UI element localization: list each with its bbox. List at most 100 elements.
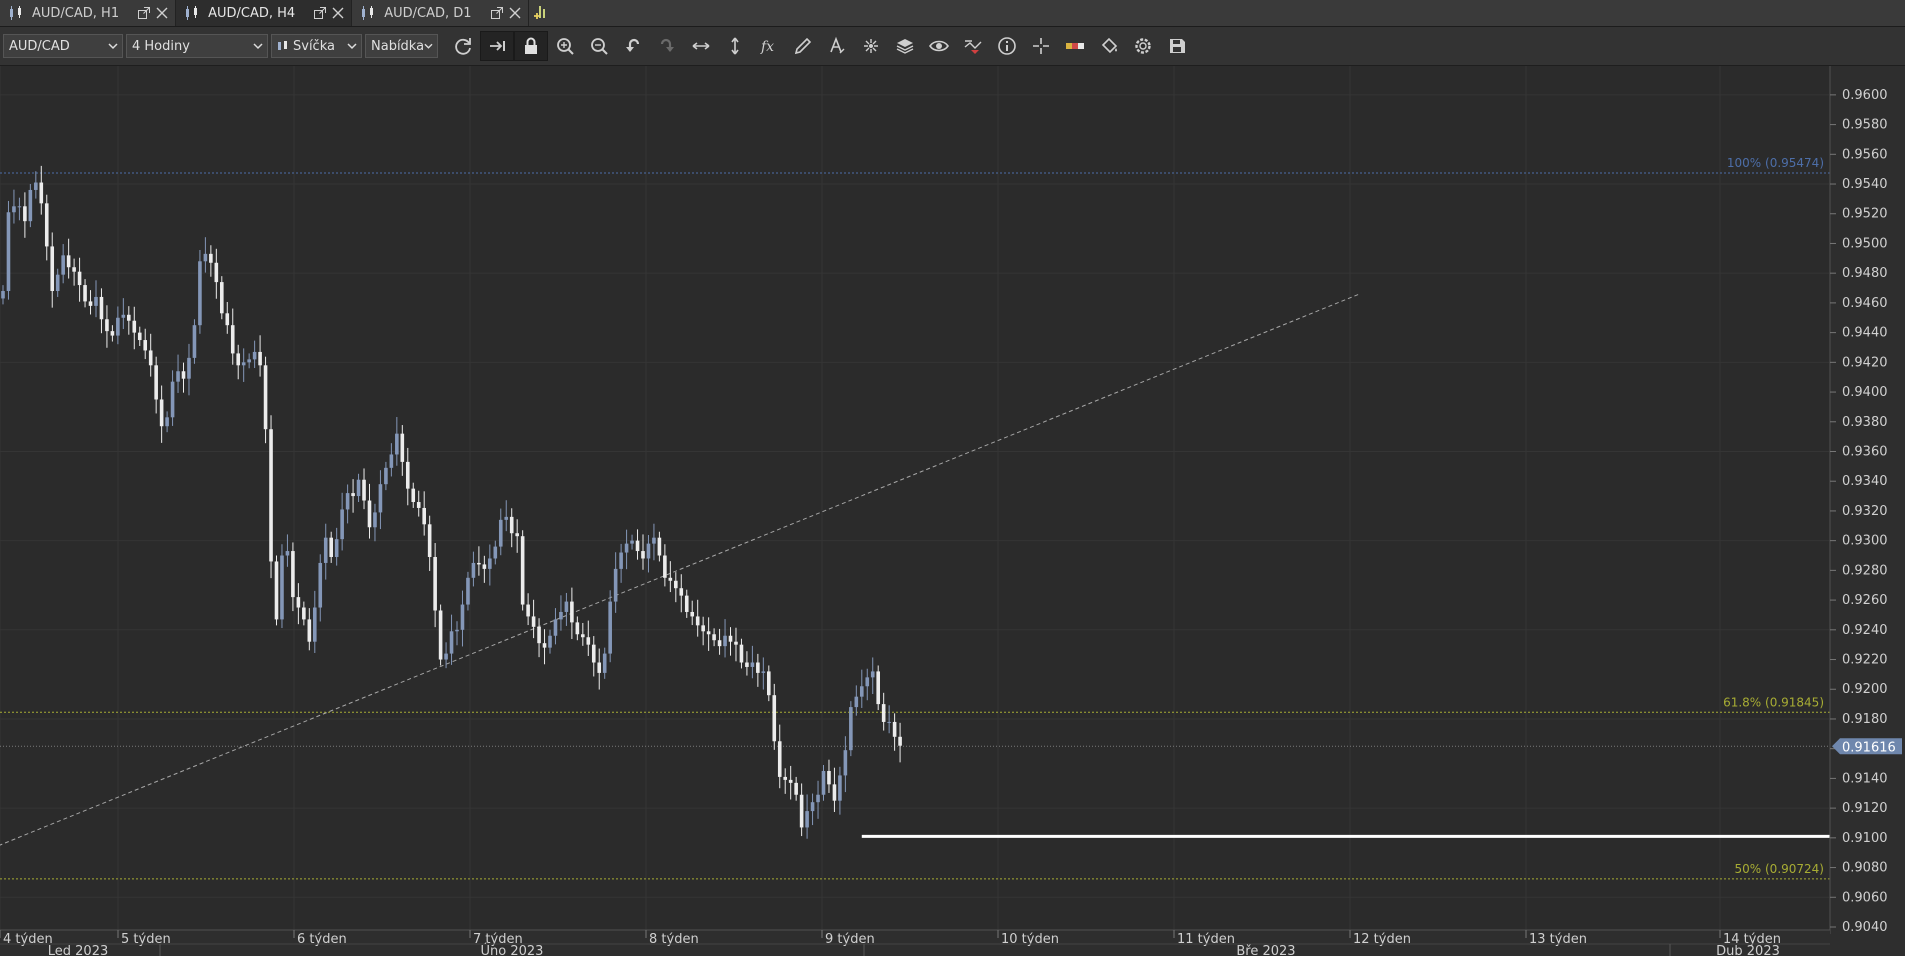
tab-audcad-d1[interactable]: AUD/CAD, D1: [352, 0, 529, 26]
candle-bullish: [854, 696, 859, 708]
candle-bearish: [263, 365, 268, 430]
chart-type-value: Svíčka: [293, 38, 335, 54]
trend-line[interactable]: [0, 293, 1360, 848]
price-tick-label: 0.9240: [1842, 623, 1888, 638]
fill-icon: [1101, 37, 1118, 54]
undock-icon[interactable]: [137, 6, 151, 20]
save-button[interactable]: [1160, 31, 1194, 61]
undo-button[interactable]: [616, 31, 650, 61]
current-price-label: 0.91616: [1842, 740, 1896, 755]
tab-audcad-h4[interactable]: AUD/CAD, H4: [176, 0, 353, 26]
shift-chart-icon: [490, 41, 505, 51]
redo-button[interactable]: [650, 31, 684, 61]
candle-bearish: [575, 622, 580, 635]
settings-button[interactable]: [1126, 31, 1160, 61]
tab-audcad-h1[interactable]: AUD/CAD, H1: [0, 0, 177, 26]
candle-bullish: [613, 568, 618, 602]
pencil-button[interactable]: [786, 31, 820, 61]
candle-bearish: [657, 537, 662, 556]
price-tick-label: 0.9480: [1842, 266, 1888, 281]
price-type-select[interactable]: Nabídka: [365, 34, 438, 58]
eye-icon: [929, 40, 949, 52]
week-label: 10 týden: [1001, 932, 1059, 947]
price-chart[interactable]: 100% (0.95474) 61.8% (0.91845) 50% (0.9072…: [0, 66, 1905, 956]
candle-bearish: [72, 267, 76, 272]
close-icon[interactable]: [331, 6, 345, 20]
visibility-button[interactable]: [922, 31, 956, 61]
text-icon: [830, 36, 845, 54]
month-label: Bře 2023: [1236, 944, 1295, 956]
fibonacci-retracement[interactable]: 100% (0.95474) 61.8% (0.91845) 50% (0.9072…: [0, 156, 1830, 880]
candle-bearish: [154, 365, 158, 400]
shift-chart-button[interactable]: [480, 31, 514, 61]
candle-bearish: [876, 671, 880, 705]
candle-bearish: [209, 253, 213, 263]
add-chart-button[interactable]: [529, 0, 555, 26]
candlestick-chart[interactable]: 100% (0.95474) 61.8% (0.91845) 50% (0.9072…: [0, 66, 1905, 956]
candle-bullish: [870, 671, 875, 678]
candle-bearish: [570, 601, 574, 623]
candle-bearish: [783, 776, 788, 780]
undock-icon[interactable]: [490, 6, 504, 20]
week-label: 4 týden: [3, 932, 53, 947]
svg-text:fx: fx: [760, 39, 774, 55]
week-label: 8 týden: [649, 932, 699, 947]
indicators-icon: fx: [760, 39, 774, 55]
candle-bearish: [400, 433, 405, 462]
candle-bullish: [887, 721, 891, 723]
fill-button[interactable]: [1092, 31, 1126, 61]
fit-horizontal-button[interactable]: [684, 31, 718, 61]
candle-bearish: [674, 580, 678, 589]
drawings-button[interactable]: [854, 31, 888, 61]
period-select[interactable]: 4 Hodiny: [126, 34, 268, 58]
candle-bearish: [416, 502, 421, 508]
candle-bullish: [318, 562, 323, 608]
price-tick-label: 0.9580: [1842, 118, 1888, 133]
candle-bearish: [635, 540, 640, 552]
close-icon[interactable]: [508, 6, 522, 20]
candle-bearish: [236, 353, 241, 366]
month-label: Led 2023: [48, 944, 108, 956]
lock-button[interactable]: [514, 31, 548, 61]
candle-bullish: [859, 686, 864, 697]
candle-bearish: [788, 779, 793, 783]
zoom-in-button[interactable]: [548, 31, 582, 61]
candle-bullish: [28, 189, 33, 222]
candle-bullish: [602, 653, 607, 673]
ruler-button[interactable]: [1058, 31, 1092, 61]
candle-bullish: [821, 770, 826, 795]
tab-label: AUD/CAD, H1: [32, 5, 120, 21]
candle-bullish: [646, 543, 651, 559]
candle-bearish: [542, 643, 547, 648]
candle-bullish: [460, 604, 465, 630]
candles[interactable]: [1, 165, 902, 839]
candle-bearish: [745, 662, 749, 667]
price-tick-label: 0.9100: [1842, 831, 1888, 846]
alerts-button[interactable]: [956, 31, 990, 61]
indicators-button[interactable]: fx: [752, 31, 786, 61]
candle-bearish: [362, 479, 366, 501]
candle-bearish: [827, 770, 831, 785]
instrument-select[interactable]: AUD/CAD: [3, 34, 123, 58]
price-tick-label: 0.9460: [1842, 296, 1888, 311]
price-tick-label: 0.9600: [1842, 88, 1888, 103]
week-label: 6 týden: [297, 932, 347, 947]
undock-icon[interactable]: [313, 6, 327, 20]
fit-vertical-button[interactable]: [718, 31, 752, 61]
zoom-out-button[interactable]: [582, 31, 616, 61]
close-icon[interactable]: [155, 6, 169, 20]
candle-bullish: [548, 635, 552, 648]
price-tick-label: 0.9360: [1842, 444, 1888, 459]
chart-type-select[interactable]: Svíčka: [271, 34, 362, 58]
candle-bearish: [739, 644, 744, 663]
info-button[interactable]: [990, 31, 1024, 61]
fib-level-label: 50% (0.90724): [1735, 862, 1824, 876]
week-label: 12 týden: [1353, 932, 1411, 947]
crosshair-button[interactable]: [1024, 31, 1058, 61]
price-tick-label: 0.9060: [1842, 890, 1888, 905]
text-button[interactable]: [820, 31, 854, 61]
candlestick-chart-icon: [362, 6, 374, 20]
refresh-button[interactable]: [446, 31, 480, 61]
candle-bullish: [498, 519, 503, 547]
layers-button[interactable]: [888, 31, 922, 61]
